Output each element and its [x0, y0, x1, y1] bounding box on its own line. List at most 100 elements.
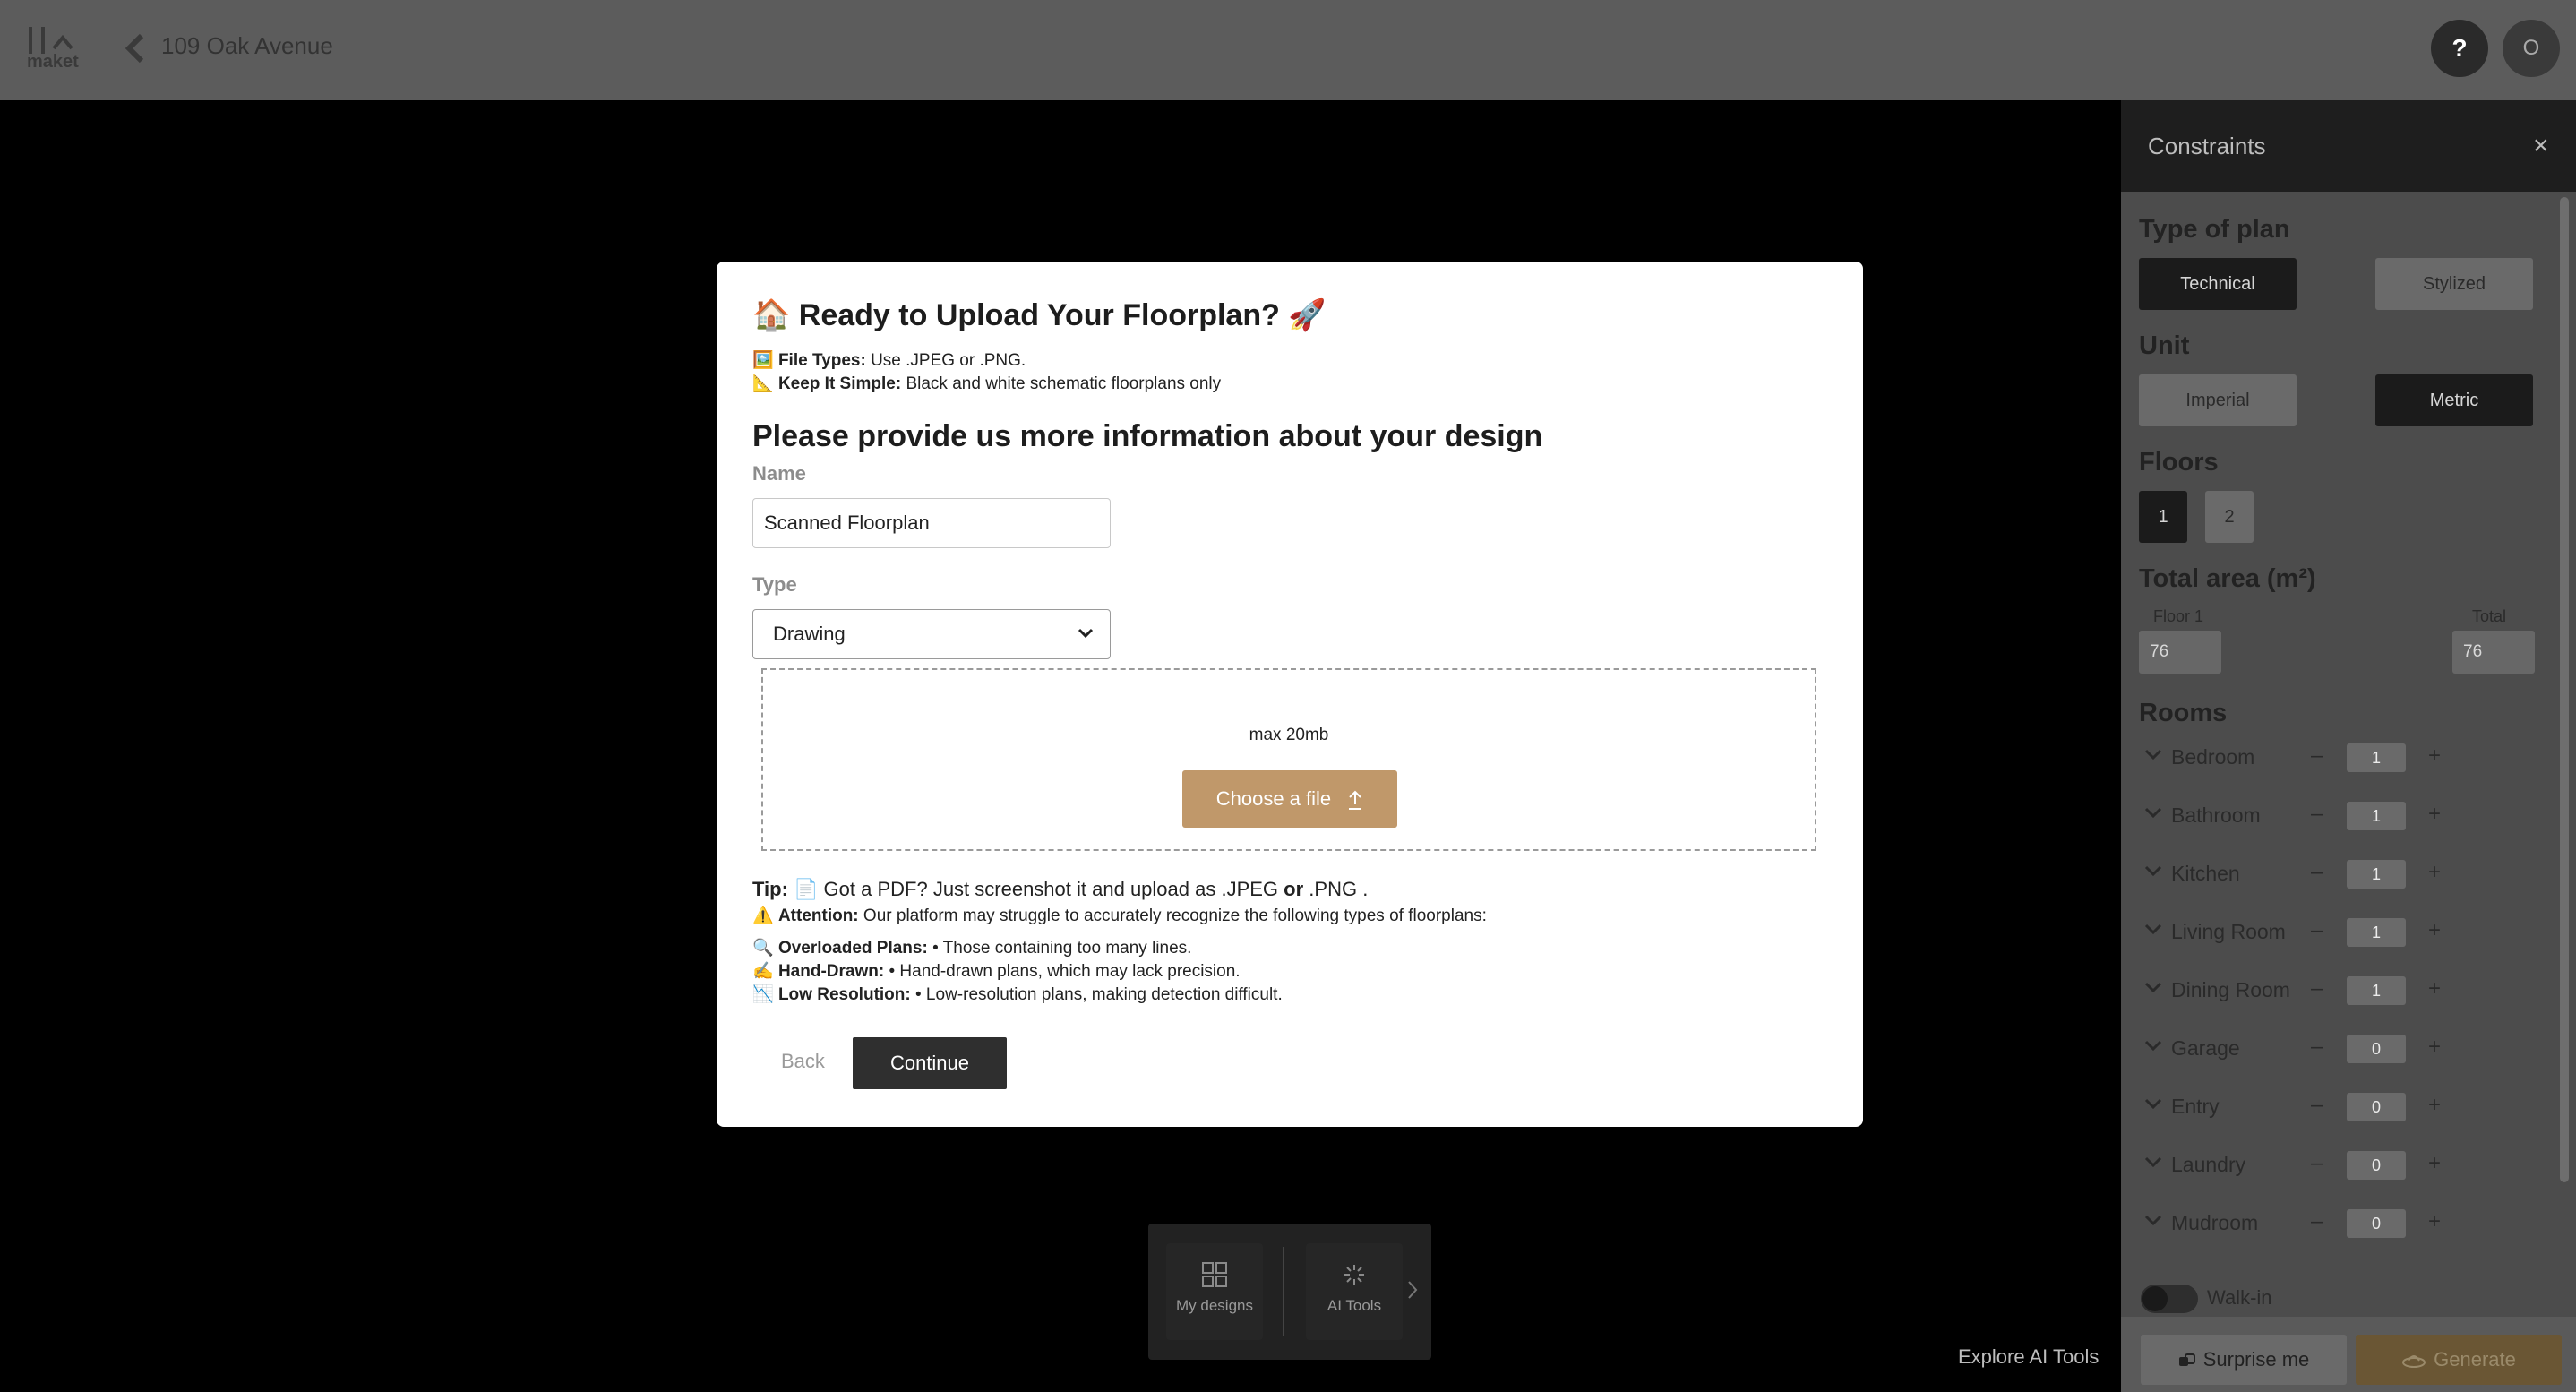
generate-icon [2402, 1355, 2426, 1369]
choose-file-label: Choose a file [1215, 787, 1332, 810]
increment-button[interactable]: + [2428, 860, 2441, 885]
plan-type-title: Type of plan [2139, 215, 2290, 244]
room-count-input[interactable]: 1 [2347, 743, 2406, 772]
chevron-down-icon[interactable] [2144, 749, 2162, 761]
choose-file-button[interactable]: Choose a file [1182, 770, 1397, 828]
room-count-input[interactable]: 1 [2347, 918, 2406, 947]
floors-title: Floors [2139, 448, 2219, 477]
room-count-input[interactable]: 1 [2347, 802, 2406, 830]
max-size-label: max 20mb [1249, 726, 1329, 744]
panel-footer: Surprise me Generate [2121, 1317, 2576, 1392]
generate-button[interactable]: Generate [2356, 1335, 2562, 1385]
walkin-toggle[interactable] [2141, 1285, 2198, 1313]
plan-type-technical[interactable]: Technical [2139, 258, 2297, 310]
avatar[interactable]: O [2503, 20, 2560, 77]
shuffle-icon [2178, 1353, 2195, 1367]
file-types-text: Use .JPEG or .PNG. [871, 351, 1026, 370]
decrement-button[interactable]: – [2311, 1035, 2323, 1060]
project-title[interactable]: 109 Oak Avenue [161, 32, 333, 60]
info-heading: Please provide us more information about… [752, 419, 1543, 453]
unit-metric[interactable]: Metric [2375, 374, 2533, 426]
constraints-panel: Constraints × Type of plan Technical Sty… [2121, 100, 2576, 1392]
room-count-input[interactable]: 0 [2347, 1209, 2406, 1238]
type-select-value: Drawing [773, 623, 846, 645]
decrement-button[interactable]: – [2311, 976, 2323, 1001]
chart-down-icon: 📉 [752, 985, 774, 1004]
chevron-down-icon[interactable] [2144, 1040, 2162, 1053]
room-name: Bedroom [2171, 745, 2255, 769]
room-count-input[interactable]: 1 [2347, 976, 2406, 1005]
chevron-down-icon[interactable] [2144, 924, 2162, 936]
room-row: Garage –0 + [2121, 1031, 2551, 1067]
room-row: Bathroom –1 + [2121, 798, 2551, 834]
increment-button[interactable]: + [2428, 1093, 2441, 1118]
room-row: Kitchen –1 + [2121, 856, 2551, 892]
ai-tools-label: AI Tools [1327, 1297, 1382, 1314]
room-count-input[interactable]: 0 [2347, 1151, 2406, 1180]
plan-type-stylized[interactable]: Stylized [2375, 258, 2533, 310]
bottom-dock: My designs AI Tools [1148, 1224, 1431, 1360]
floor1-area-input[interactable]: 76 [2139, 631, 2221, 674]
room-name: Dining Room [2171, 978, 2290, 1001]
generate-label: Generate [2434, 1348, 2516, 1371]
keep-simple-text: Black and white schematic floorplans onl… [906, 374, 1222, 393]
help-button[interactable]: ? [2431, 20, 2488, 77]
increment-button[interactable]: + [2428, 1209, 2441, 1234]
tip-line: Tip: 📄 Got a PDF? Just screenshot it and… [752, 878, 1368, 901]
decrement-button[interactable]: – [2311, 802, 2323, 827]
floor-1-button[interactable]: 1 [2139, 491, 2187, 543]
decrement-button[interactable]: – [2311, 743, 2323, 769]
increment-button[interactable]: + [2428, 743, 2441, 769]
decrement-button[interactable]: – [2311, 860, 2323, 885]
explore-ai-tools-link[interactable]: Explore AI Tools [1958, 1345, 2099, 1369]
tip-text-1: 📄 Got a PDF? Just screenshot it and uplo… [794, 878, 1279, 900]
room-count-input[interactable]: 0 [2347, 1093, 2406, 1121]
toggle-knob [2142, 1286, 2168, 1311]
issue-text: • Hand-drawn plans, which may lack preci… [889, 962, 1241, 981]
close-icon[interactable]: × [2533, 131, 2549, 161]
room-row: Bedroom –1 + [2121, 740, 2551, 776]
increment-button[interactable]: + [2428, 976, 2441, 1001]
name-input[interactable] [752, 498, 1111, 548]
total-area-input[interactable]: 76 [2452, 631, 2535, 674]
decrement-button[interactable]: – [2311, 1093, 2323, 1118]
ai-tools-button[interactable]: AI Tools [1306, 1243, 1403, 1340]
file-dropzone[interactable]: max 20mb Choose a file [761, 668, 1816, 851]
room-count-input[interactable]: 1 [2347, 860, 2406, 889]
issue-label: Low Resolution: [777, 985, 911, 1004]
my-designs-button[interactable]: My designs [1166, 1243, 1263, 1340]
continue-button[interactable]: Continue [853, 1037, 1007, 1089]
upload-floorplan-modal: 🏠 Ready to Upload Your Floorplan? 🚀 🖼️ F… [717, 262, 1863, 1127]
chevron-down-icon[interactable] [2144, 1156, 2162, 1169]
room-name: Entry [2171, 1095, 2220, 1118]
issue-item: 🔍 Overloaded Plans: • Those containing t… [752, 937, 1191, 958]
chevron-down-icon[interactable] [2144, 807, 2162, 820]
file-types-label: File Types: [777, 351, 866, 370]
type-select[interactable]: Drawing [752, 609, 1111, 659]
back-button[interactable]: Back [781, 1050, 825, 1073]
my-designs-label: My designs [1176, 1297, 1253, 1314]
top-bar: maket 109 Oak Avenue ? O [0, 0, 2576, 100]
decrement-button[interactable]: – [2311, 1209, 2323, 1234]
back-chevron-icon[interactable] [122, 30, 149, 66]
room-count-input[interactable]: 0 [2347, 1035, 2406, 1063]
room-row: Dining Room –1 + [2121, 973, 2551, 1009]
chevron-down-icon[interactable] [2144, 982, 2162, 994]
chevron-right-icon[interactable] [1406, 1279, 1419, 1301]
room-name: Garage [2171, 1036, 2240, 1060]
increment-button[interactable]: + [2428, 1151, 2441, 1176]
chevron-down-icon[interactable] [2144, 1098, 2162, 1111]
floor-2-button[interactable]: 2 [2205, 491, 2254, 543]
chevron-down-icon[interactable] [2144, 865, 2162, 878]
decrement-button[interactable]: – [2311, 1151, 2323, 1176]
increment-button[interactable]: + [2428, 1035, 2441, 1060]
decrement-button[interactable]: – [2311, 918, 2323, 943]
unit-imperial[interactable]: Imperial [2139, 374, 2297, 426]
panel-scroll-thumb[interactable] [2560, 197, 2569, 1182]
unit-title: Unit [2139, 331, 2190, 360]
increment-button[interactable]: + [2428, 918, 2441, 943]
increment-button[interactable]: + [2428, 802, 2441, 827]
chevron-down-icon[interactable] [2144, 1215, 2162, 1227]
attention-label: Attention: [777, 907, 859, 925]
surprise-me-button[interactable]: Surprise me [2141, 1335, 2347, 1385]
